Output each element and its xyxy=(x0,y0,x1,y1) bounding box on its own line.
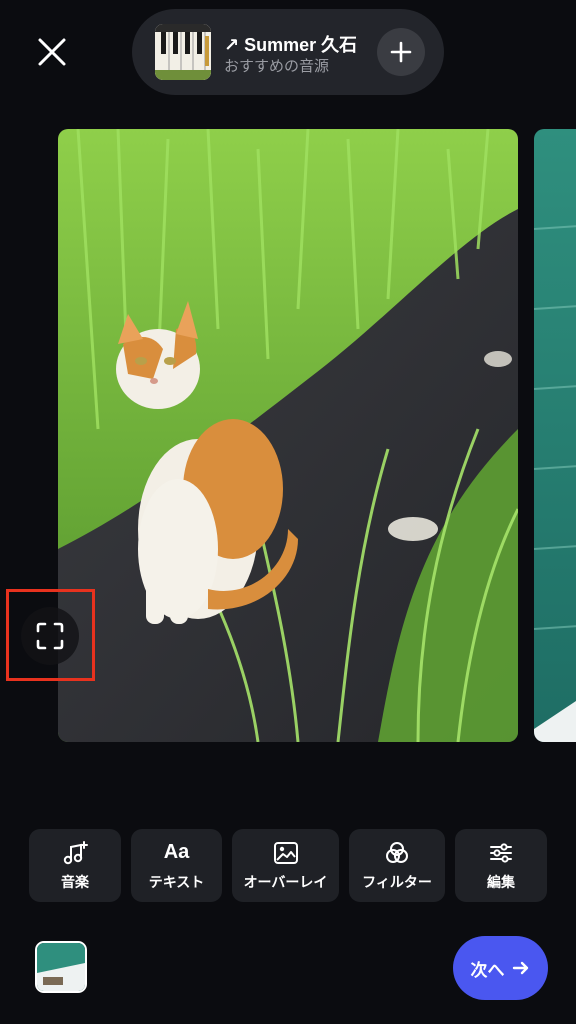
plus-icon xyxy=(390,41,412,63)
music-note-plus-icon xyxy=(63,840,88,864)
tool-music-label: 音楽 xyxy=(61,873,89,890)
tool-music-button[interactable]: 音楽 xyxy=(29,829,121,902)
edit-toolbar: 音楽 Aa テキスト オーバーレイ フィルター 編集 xyxy=(0,829,576,902)
tool-edit-label: 編集 xyxy=(487,873,515,890)
tool-filter-button[interactable]: フィルター xyxy=(349,829,445,902)
text-aa-icon: Aa xyxy=(163,841,190,863)
fullscreen-icon xyxy=(36,622,64,650)
tool-edit-button[interactable]: 編集 xyxy=(455,829,547,902)
next-label: 次へ xyxy=(470,960,505,980)
close-icon xyxy=(38,38,66,66)
filter-circles-icon xyxy=(386,841,408,863)
tool-text-button[interactable]: Aa テキスト xyxy=(131,829,222,902)
music-subtitle: おすすめの音源 xyxy=(224,58,330,75)
tool-overlay-button[interactable]: オーバーレイ xyxy=(232,829,339,902)
album-art xyxy=(155,24,211,80)
close-button[interactable] xyxy=(30,30,74,74)
gallery-thumbnail[interactable] xyxy=(35,941,87,993)
main-photo[interactable] xyxy=(58,129,518,742)
next-button[interactable]: 次へ xyxy=(453,936,548,1000)
tool-overlay-label: オーバーレイ xyxy=(243,873,328,890)
tool-filter-label: フィルター xyxy=(362,873,432,890)
fullscreen-button[interactable] xyxy=(21,607,79,665)
add-music-button[interactable] xyxy=(377,28,425,76)
image-icon xyxy=(273,841,298,864)
music-selector[interactable]: ↗ Summer 久石 おすすめの音源 xyxy=(132,9,444,95)
tool-text-label: テキスト xyxy=(148,873,205,890)
sliders-icon xyxy=(490,842,512,863)
arrow-right-icon xyxy=(512,961,528,975)
music-title: ↗ Summer 久石 xyxy=(224,35,356,53)
next-photo-preview[interactable] xyxy=(534,129,576,742)
